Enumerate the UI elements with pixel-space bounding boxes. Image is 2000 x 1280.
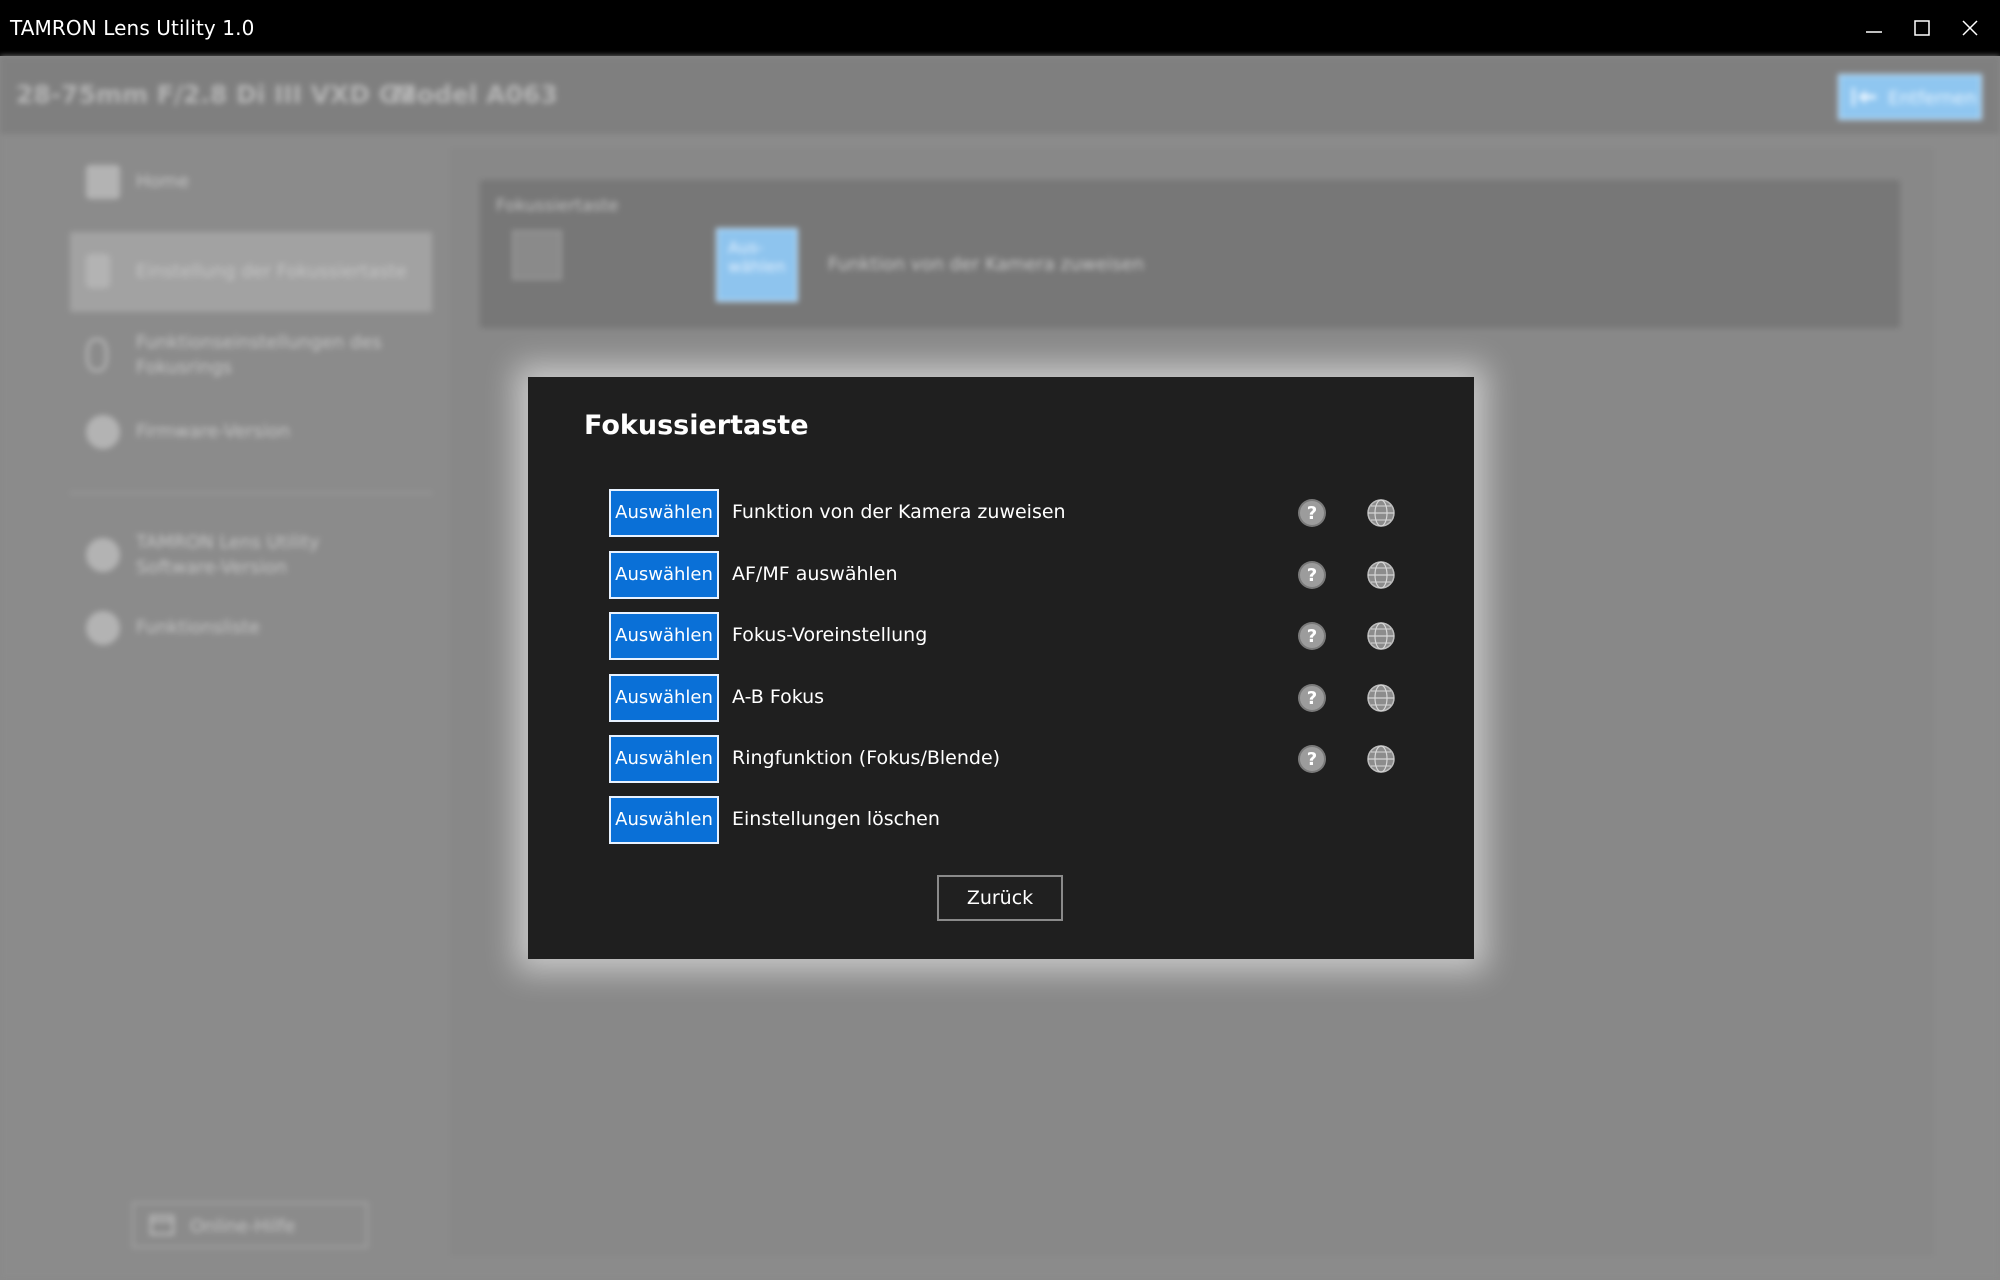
option-label: Funktion von der Kamera zuweisen	[732, 501, 1066, 523]
svg-text:?: ?	[1307, 503, 1317, 524]
option-row: Auswählen A-B Fokus ?	[609, 674, 1409, 722]
select-button-af-mf[interactable]: Auswählen	[609, 551, 719, 599]
svg-text:?: ?	[1307, 688, 1317, 709]
focus-button-dialog: Fokussiertaste Auswählen Funktion von de…	[528, 377, 1474, 959]
sidebar-item-software-version[interactable]: TAMRON Lens Utility Software-Version	[70, 526, 432, 586]
option-label: Fokus-Voreinstellung	[732, 624, 928, 646]
info-icon	[86, 538, 120, 572]
globe-icon[interactable]	[1366, 560, 1396, 590]
window-title: TAMRON Lens Utility 1.0	[10, 16, 255, 40]
sidebar-item-label: Home	[136, 171, 190, 192]
list-icon	[86, 611, 120, 645]
online-help-label: Online-Hilfe	[190, 1216, 296, 1237]
sidebar-item-label: Funktionsliste	[136, 617, 260, 638]
focus-button-card: Fokussiertaste Aus-wählen Funktion von d…	[480, 180, 1900, 328]
option-label: Ringfunktion (Fokus/Blende)	[732, 747, 1001, 769]
select-button-clear-settings[interactable]: Auswählen	[609, 796, 719, 844]
globe-icon[interactable]	[1366, 498, 1396, 528]
remove-button-label: Entfernen	[1888, 88, 1977, 109]
close-button[interactable]	[1946, 0, 1994, 56]
touch-icon	[86, 254, 110, 288]
globe-icon[interactable]	[1366, 621, 1396, 651]
help-icon[interactable]: ?	[1297, 621, 1327, 651]
firmware-icon	[86, 415, 120, 449]
help-icon[interactable]: ?	[1297, 498, 1327, 528]
option-row: Auswählen AF/MF auswählen ?	[609, 551, 1409, 599]
option-row: Auswählen Einstellungen löschen	[609, 796, 1409, 844]
help-icon[interactable]: ?	[1297, 683, 1327, 713]
online-help-button[interactable]: Online-Hilfe	[132, 1202, 368, 1248]
home-icon	[86, 165, 120, 199]
eject-icon	[1852, 88, 1876, 106]
focus-button-icon	[512, 230, 562, 280]
option-label: Einstellungen löschen	[732, 808, 940, 830]
sidebar-item-function-list[interactable]: Funktionsliste	[70, 608, 432, 648]
browser-icon	[150, 1215, 174, 1235]
dialog-title: Fokussiertaste	[584, 410, 809, 441]
svg-text:?: ?	[1307, 749, 1317, 770]
sidebar-item-label: TAMRON Lens Utility Software-Version	[136, 532, 320, 578]
option-row: Auswählen Fokus-Voreinstellung ?	[609, 612, 1409, 660]
card-function-text: Funktion von der Kamera zuweisen	[828, 254, 1145, 275]
minimize-button[interactable]	[1850, 0, 1898, 56]
sidebar-item-label: Firmware-Version	[136, 421, 291, 442]
close-icon	[1962, 20, 1978, 36]
help-icon[interactable]: ?	[1297, 744, 1327, 774]
maximize-button[interactable]	[1898, 0, 1946, 56]
select-button-ring-function[interactable]: Auswählen	[609, 735, 719, 783]
maximize-icon	[1914, 20, 1930, 36]
sidebar-divider	[70, 492, 432, 494]
svg-text:?: ?	[1307, 626, 1317, 647]
sidebar-item-firmware[interactable]: Firmware-Version	[70, 412, 432, 452]
sidebar-item-focus-button[interactable]: Einstellung der Fokussiertaste	[70, 232, 432, 312]
focus-ring-icon	[86, 338, 108, 372]
app-header: 28-75mm F/2.8 Di III VXD G2 Model A063 E…	[0, 56, 2000, 134]
select-button-ab-focus[interactable]: Auswählen	[609, 674, 719, 722]
option-row: Auswählen Ringfunktion (Fokus/Blende) ?	[609, 735, 1409, 783]
option-row: Auswählen Funktion von der Kamera zuweis…	[609, 489, 1409, 537]
globe-icon[interactable]	[1366, 683, 1396, 713]
globe-icon[interactable]	[1366, 744, 1396, 774]
select-button-assign-camera[interactable]: Auswählen	[609, 489, 719, 537]
sidebar-item-home[interactable]: Home	[70, 162, 432, 202]
remove-button[interactable]: Entfernen	[1838, 74, 1982, 120]
card-select-button[interactable]: Aus-wählen	[716, 228, 798, 302]
title-bar: TAMRON Lens Utility 1.0	[0, 0, 2000, 56]
minimize-icon	[1866, 31, 1882, 33]
back-button[interactable]: Zurück	[937, 875, 1063, 921]
lens-name: 28-75mm F/2.8 Di III VXD G2	[16, 80, 417, 109]
option-label: AF/MF auswählen	[732, 563, 898, 585]
svg-text:?: ?	[1307, 565, 1317, 586]
sidebar-item-label: Einstellung der Fokussiertaste	[136, 261, 407, 282]
select-button-focus-preset[interactable]: Auswählen	[609, 612, 719, 660]
sidebar-item-focus-ring[interactable]: Funktionseinstellungen des Fokusrings	[70, 326, 432, 386]
help-icon[interactable]: ?	[1297, 560, 1327, 590]
sidebar-item-label: Funktionseinstellungen des Fokusrings	[136, 332, 382, 378]
option-label: A-B Fokus	[732, 686, 825, 708]
card-caption: Fokussiertaste	[496, 196, 619, 216]
lens-model: Model A063	[392, 80, 558, 109]
